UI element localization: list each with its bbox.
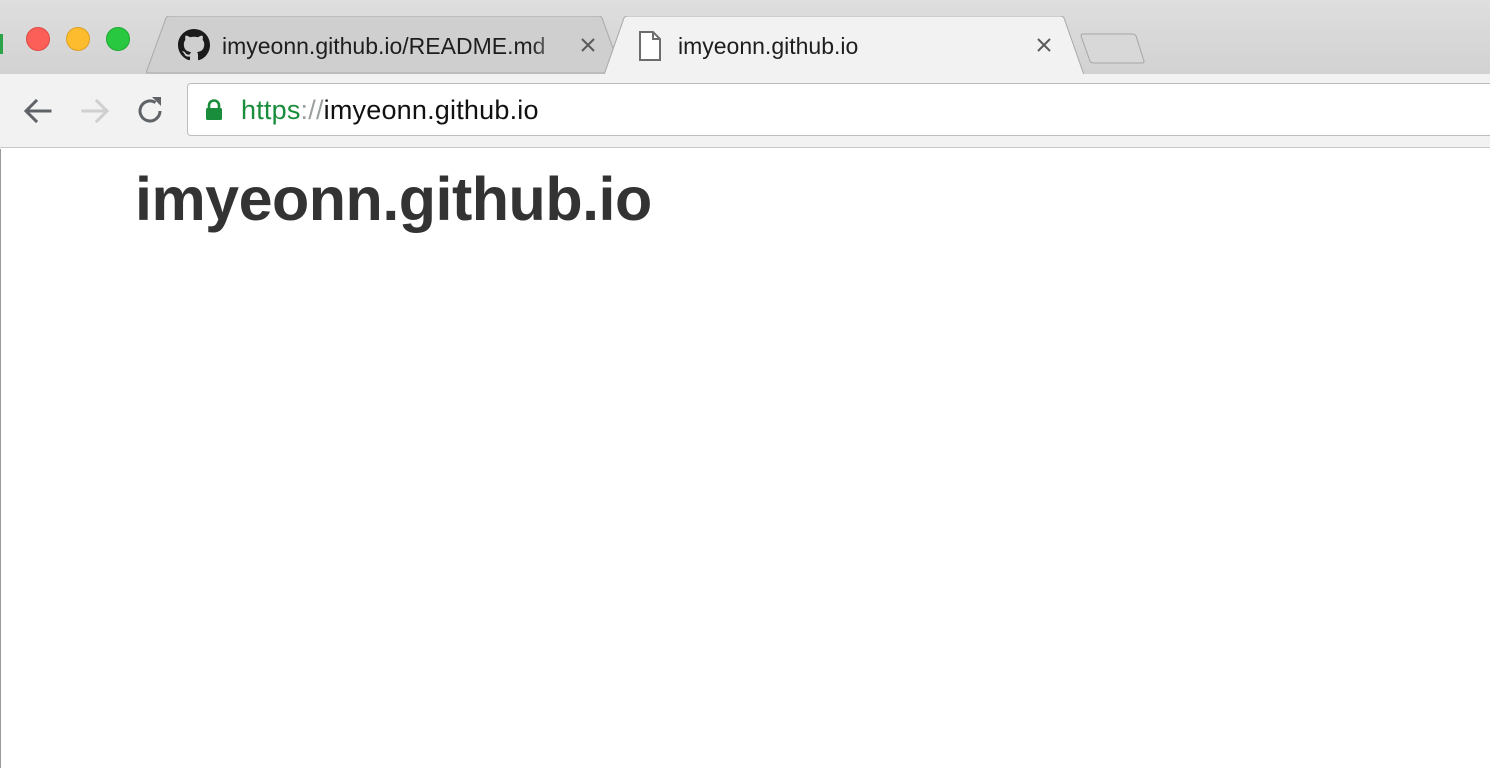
tab-active[interactable]: imyeonn.github.io xyxy=(604,16,1088,76)
address-url: https://imyeonn.github.io xyxy=(241,94,539,126)
back-arrow-icon[interactable] xyxy=(21,94,55,128)
tab-title: imyeonn.github.io xyxy=(678,33,859,59)
page-title: imyeonn.github.io xyxy=(135,165,652,233)
document-icon xyxy=(638,31,662,66)
window-edge-accent xyxy=(0,34,3,54)
tab-close-icon[interactable] xyxy=(1034,35,1054,55)
window-maximize-button[interactable] xyxy=(106,27,130,51)
tab-close-icon[interactable] xyxy=(578,35,598,55)
url-separator: :// xyxy=(300,95,324,125)
browser-toolbar: https://imyeonn.github.io xyxy=(0,74,1490,148)
url-host: imyeonn.github.io xyxy=(323,95,539,125)
new-tab-button[interactable] xyxy=(1080,32,1146,64)
tab-readme[interactable]: imyeonn.github.io/README.md xyxy=(146,16,622,74)
github-icon xyxy=(178,29,210,66)
tab-strip: imyeonn.github.io/README.md imyeonn.gith… xyxy=(0,0,1490,76)
tab-title: imyeonn.github.io/README.md xyxy=(222,33,546,59)
url-scheme: https xyxy=(241,95,301,125)
forward-arrow-icon[interactable] xyxy=(78,94,112,128)
reload-icon[interactable] xyxy=(133,94,167,128)
page-content: imyeonn.github.io xyxy=(0,149,1490,768)
address-bar[interactable]: https://imyeonn.github.io xyxy=(187,83,1490,136)
lock-icon xyxy=(205,99,223,126)
window-minimize-button[interactable] xyxy=(66,27,90,51)
window-close-button[interactable] xyxy=(26,27,50,51)
